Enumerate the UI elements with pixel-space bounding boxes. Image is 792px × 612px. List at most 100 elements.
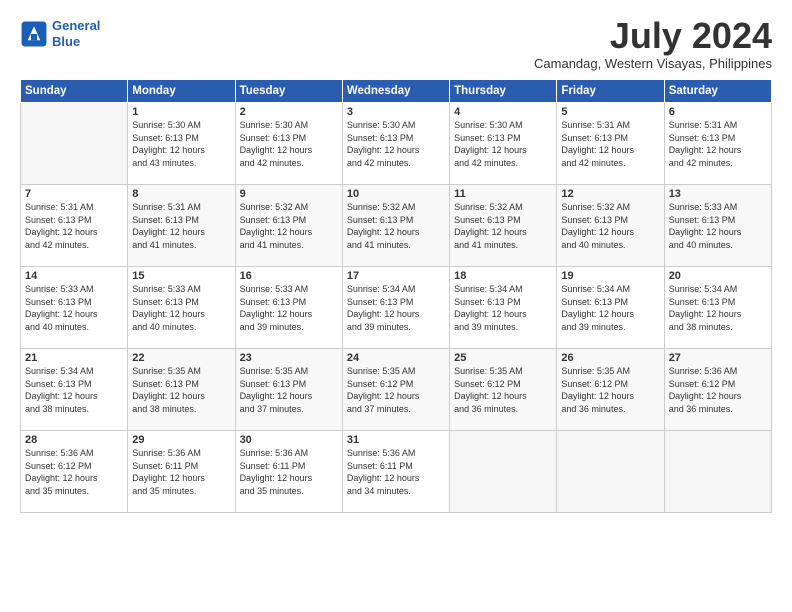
cell-info: Sunrise: 5:36 AM Sunset: 6:11 PM Dayligh…: [240, 447, 338, 497]
calendar-cell: 21Sunrise: 5:34 AM Sunset: 6:13 PM Dayli…: [21, 349, 128, 431]
cell-info: Sunrise: 5:30 AM Sunset: 6:13 PM Dayligh…: [454, 119, 552, 169]
calendar-week-row: 14Sunrise: 5:33 AM Sunset: 6:13 PM Dayli…: [21, 267, 772, 349]
cell-info: Sunrise: 5:33 AM Sunset: 6:13 PM Dayligh…: [240, 283, 338, 333]
cell-info: Sunrise: 5:35 AM Sunset: 6:13 PM Dayligh…: [132, 365, 230, 415]
cell-info: Sunrise: 5:32 AM Sunset: 6:13 PM Dayligh…: [561, 201, 659, 251]
cell-info: Sunrise: 5:30 AM Sunset: 6:13 PM Dayligh…: [347, 119, 445, 169]
day-number: 11: [454, 188, 552, 200]
calendar-cell: 14Sunrise: 5:33 AM Sunset: 6:13 PM Dayli…: [21, 267, 128, 349]
cell-info: Sunrise: 5:31 AM Sunset: 6:13 PM Dayligh…: [669, 119, 767, 169]
calendar-cell: 24Sunrise: 5:35 AM Sunset: 6:12 PM Dayli…: [342, 349, 449, 431]
calendar-cell: 16Sunrise: 5:33 AM Sunset: 6:13 PM Dayli…: [235, 267, 342, 349]
calendar-cell: 1Sunrise: 5:30 AM Sunset: 6:13 PM Daylig…: [128, 103, 235, 185]
cell-info: Sunrise: 5:35 AM Sunset: 6:12 PM Dayligh…: [454, 365, 552, 415]
cell-info: Sunrise: 5:35 AM Sunset: 6:12 PM Dayligh…: [561, 365, 659, 415]
calendar-cell: 20Sunrise: 5:34 AM Sunset: 6:13 PM Dayli…: [664, 267, 771, 349]
logo-icon: [20, 20, 48, 48]
day-number: 25: [454, 352, 552, 364]
day-number: 10: [347, 188, 445, 200]
cell-info: Sunrise: 5:33 AM Sunset: 6:13 PM Dayligh…: [132, 283, 230, 333]
day-number: 17: [347, 270, 445, 282]
day-number: 8: [132, 188, 230, 200]
weekday-header: Friday: [557, 80, 664, 103]
logo-text: General Blue: [52, 18, 100, 49]
calendar-cell: [21, 103, 128, 185]
cell-info: Sunrise: 5:35 AM Sunset: 6:13 PM Dayligh…: [240, 365, 338, 415]
calendar-cell: [450, 431, 557, 513]
cell-info: Sunrise: 5:31 AM Sunset: 6:13 PM Dayligh…: [561, 119, 659, 169]
day-number: 13: [669, 188, 767, 200]
calendar-cell: [664, 431, 771, 513]
cell-info: Sunrise: 5:32 AM Sunset: 6:13 PM Dayligh…: [347, 201, 445, 251]
cell-info: Sunrise: 5:36 AM Sunset: 6:12 PM Dayligh…: [25, 447, 123, 497]
cell-info: Sunrise: 5:35 AM Sunset: 6:12 PM Dayligh…: [347, 365, 445, 415]
calendar-cell: 11Sunrise: 5:32 AM Sunset: 6:13 PM Dayli…: [450, 185, 557, 267]
day-number: 24: [347, 352, 445, 364]
day-number: 5: [561, 106, 659, 118]
calendar-cell: 9Sunrise: 5:32 AM Sunset: 6:13 PM Daylig…: [235, 185, 342, 267]
day-number: 31: [347, 434, 445, 446]
calendar-cell: [557, 431, 664, 513]
calendar-cell: 4Sunrise: 5:30 AM Sunset: 6:13 PM Daylig…: [450, 103, 557, 185]
cell-info: Sunrise: 5:34 AM Sunset: 6:13 PM Dayligh…: [454, 283, 552, 333]
calendar-week-row: 1Sunrise: 5:30 AM Sunset: 6:13 PM Daylig…: [21, 103, 772, 185]
cell-info: Sunrise: 5:31 AM Sunset: 6:13 PM Dayligh…: [132, 201, 230, 251]
logo: General Blue: [20, 18, 100, 49]
day-number: 9: [240, 188, 338, 200]
cell-info: Sunrise: 5:36 AM Sunset: 6:12 PM Dayligh…: [669, 365, 767, 415]
calendar-cell: 10Sunrise: 5:32 AM Sunset: 6:13 PM Dayli…: [342, 185, 449, 267]
calendar-cell: 23Sunrise: 5:35 AM Sunset: 6:13 PM Dayli…: [235, 349, 342, 431]
calendar-cell: 6Sunrise: 5:31 AM Sunset: 6:13 PM Daylig…: [664, 103, 771, 185]
weekday-header: Wednesday: [342, 80, 449, 103]
calendar-cell: 13Sunrise: 5:33 AM Sunset: 6:13 PM Dayli…: [664, 185, 771, 267]
day-number: 21: [25, 352, 123, 364]
cell-info: Sunrise: 5:31 AM Sunset: 6:13 PM Dayligh…: [25, 201, 123, 251]
cell-info: Sunrise: 5:32 AM Sunset: 6:13 PM Dayligh…: [240, 201, 338, 251]
calendar-cell: 15Sunrise: 5:33 AM Sunset: 6:13 PM Dayli…: [128, 267, 235, 349]
calendar-cell: 19Sunrise: 5:34 AM Sunset: 6:13 PM Dayli…: [557, 267, 664, 349]
day-number: 26: [561, 352, 659, 364]
weekday-header: Monday: [128, 80, 235, 103]
calendar-cell: 12Sunrise: 5:32 AM Sunset: 6:13 PM Dayli…: [557, 185, 664, 267]
day-number: 16: [240, 270, 338, 282]
weekday-header: Tuesday: [235, 80, 342, 103]
day-number: 4: [454, 106, 552, 118]
cell-info: Sunrise: 5:34 AM Sunset: 6:13 PM Dayligh…: [347, 283, 445, 333]
cell-info: Sunrise: 5:30 AM Sunset: 6:13 PM Dayligh…: [132, 119, 230, 169]
weekday-header: Thursday: [450, 80, 557, 103]
day-number: 30: [240, 434, 338, 446]
header: General Blue July 2024 Camandag, Western…: [20, 18, 772, 71]
logo-line1: General: [52, 18, 100, 33]
cell-info: Sunrise: 5:36 AM Sunset: 6:11 PM Dayligh…: [347, 447, 445, 497]
calendar-cell: 27Sunrise: 5:36 AM Sunset: 6:12 PM Dayli…: [664, 349, 771, 431]
cell-info: Sunrise: 5:36 AM Sunset: 6:11 PM Dayligh…: [132, 447, 230, 497]
calendar-week-row: 21Sunrise: 5:34 AM Sunset: 6:13 PM Dayli…: [21, 349, 772, 431]
day-number: 2: [240, 106, 338, 118]
day-number: 27: [669, 352, 767, 364]
logo-line2: Blue: [52, 34, 80, 49]
calendar-page: General Blue July 2024 Camandag, Western…: [0, 0, 792, 612]
day-number: 3: [347, 106, 445, 118]
cell-info: Sunrise: 5:32 AM Sunset: 6:13 PM Dayligh…: [454, 201, 552, 251]
calendar-cell: 22Sunrise: 5:35 AM Sunset: 6:13 PM Dayli…: [128, 349, 235, 431]
day-number: 6: [669, 106, 767, 118]
calendar-cell: 2Sunrise: 5:30 AM Sunset: 6:13 PM Daylig…: [235, 103, 342, 185]
day-number: 14: [25, 270, 123, 282]
day-number: 20: [669, 270, 767, 282]
day-number: 12: [561, 188, 659, 200]
cell-info: Sunrise: 5:33 AM Sunset: 6:13 PM Dayligh…: [669, 201, 767, 251]
calendar-table: SundayMondayTuesdayWednesdayThursdayFrid…: [20, 79, 772, 513]
weekday-header: Sunday: [21, 80, 128, 103]
calendar-cell: 3Sunrise: 5:30 AM Sunset: 6:13 PM Daylig…: [342, 103, 449, 185]
calendar-week-row: 28Sunrise: 5:36 AM Sunset: 6:12 PM Dayli…: [21, 431, 772, 513]
calendar-cell: 18Sunrise: 5:34 AM Sunset: 6:13 PM Dayli…: [450, 267, 557, 349]
header-row: SundayMondayTuesdayWednesdayThursdayFrid…: [21, 80, 772, 103]
cell-info: Sunrise: 5:33 AM Sunset: 6:13 PM Dayligh…: [25, 283, 123, 333]
cell-info: Sunrise: 5:34 AM Sunset: 6:13 PM Dayligh…: [25, 365, 123, 415]
cell-info: Sunrise: 5:34 AM Sunset: 6:13 PM Dayligh…: [669, 283, 767, 333]
weekday-header: Saturday: [664, 80, 771, 103]
calendar-cell: 30Sunrise: 5:36 AM Sunset: 6:11 PM Dayli…: [235, 431, 342, 513]
day-number: 19: [561, 270, 659, 282]
calendar-cell: 31Sunrise: 5:36 AM Sunset: 6:11 PM Dayli…: [342, 431, 449, 513]
calendar-cell: 29Sunrise: 5:36 AM Sunset: 6:11 PM Dayli…: [128, 431, 235, 513]
